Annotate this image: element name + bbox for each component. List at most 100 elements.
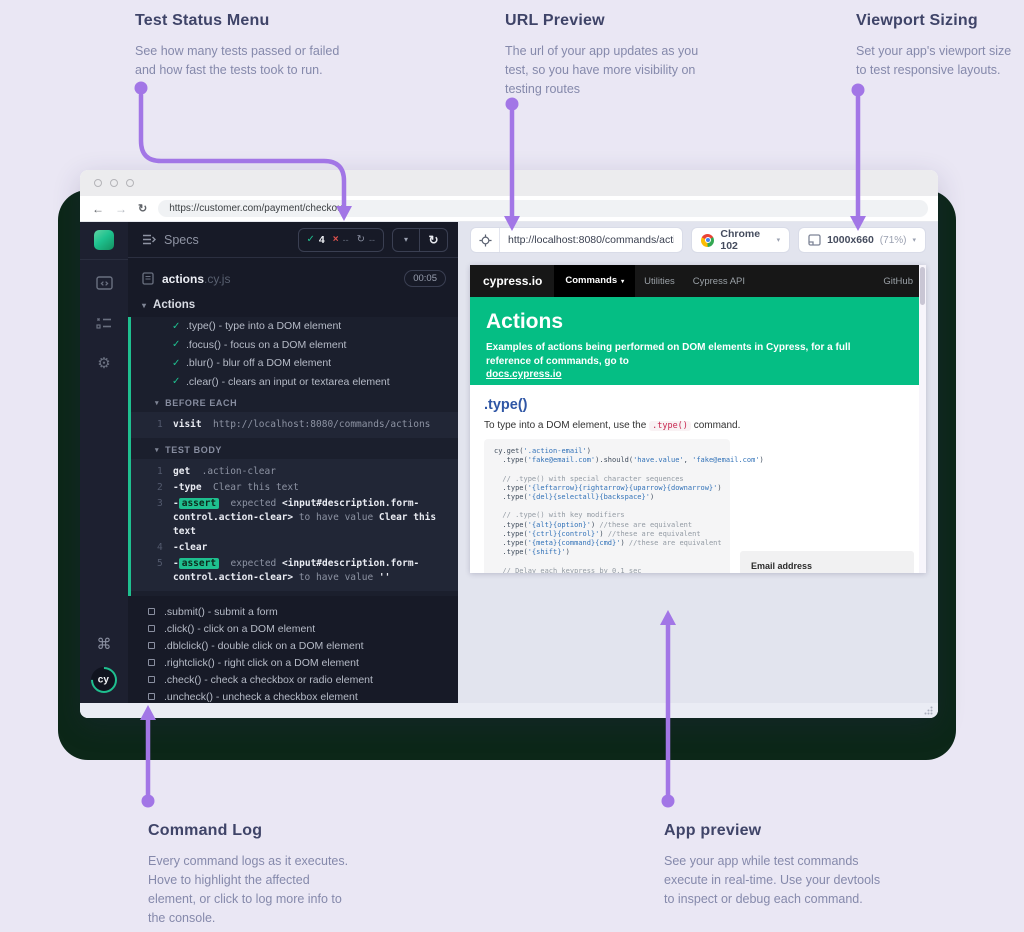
reload-icon[interactable]: ↻ <box>138 202 147 215</box>
cypress-logo-icon[interactable] <box>94 230 114 250</box>
test-results-icon[interactable] <box>96 314 112 332</box>
nav-item-commands[interactable]: Commands▾ <box>554 265 635 297</box>
url-preview-group <box>470 227 683 253</box>
command-text: visit http://localhost:8080/commands/act… <box>173 418 450 432</box>
test-row-passed[interactable]: ✓.blur() - blur off a DOM element <box>131 354 458 373</box>
forward-icon[interactable]: → <box>115 202 127 216</box>
resize-grip-icon[interactable] <box>924 706 933 715</box>
test-row-passed[interactable]: ✓.focus() - focus on a DOM element <box>131 336 458 355</box>
test-status-menu[interactable]: ✓ 4 × -- ↻ -- <box>298 228 384 252</box>
check-icon: ✓ <box>172 358 186 369</box>
annotation-desc: See how many tests passed or failed and … <box>135 42 339 80</box>
email-form-card: Email address Disabled Textarea <box>740 551 914 573</box>
test-title: .blur() - blur off a DOM element <box>186 357 331 369</box>
chevron-down-icon: ▾ <box>621 279 624 285</box>
url-preview-input[interactable] <box>500 234 682 246</box>
nav-item-cypress-api[interactable]: Cypress API <box>684 276 754 287</box>
chevron-down-icon: ▾ <box>142 301 146 310</box>
command-log-panel: Specs ✓ 4 × -- ↻ -- ▾ ↻ <box>128 222 458 703</box>
test-body-header[interactable]: ▾ TEST BODY <box>131 438 458 459</box>
selector-playground-button[interactable] <box>471 228 500 252</box>
nav-item-utilities[interactable]: Utilities <box>635 276 684 287</box>
pending-box-icon <box>148 659 155 666</box>
refresh-icon: ↻ <box>428 233 438 247</box>
crosshair-icon <box>479 234 492 247</box>
check-icon: ✓ <box>172 376 186 387</box>
annotation-title: App preview <box>664 822 880 840</box>
viewport-icon <box>808 234 821 246</box>
iframe-scrollbar[interactable] <box>919 265 926 573</box>
address-bar[interactable]: https://customer.com/payment/checkout <box>158 200 928 217</box>
settings-gear-icon[interactable]: ⚙ <box>97 354 110 372</box>
command-text: -type Clear this text <box>173 481 450 495</box>
cypress-badge-icon[interactable]: cy <box>86 662 123 699</box>
browser-select-value: Chrome 102 <box>720 228 770 252</box>
test-row-pending[interactable]: .dblclick() - double click on a DOM elem… <box>128 637 458 654</box>
active-test-block: ✓.type() - type into a DOM element✓.focu… <box>128 317 458 596</box>
code-line: // .type() with key modifiers <box>494 511 720 520</box>
failed-icon: × <box>333 234 339 245</box>
test-title: .type() - type into a DOM element <box>186 320 341 332</box>
command-row[interactable]: 4-clear <box>157 541 450 555</box>
test-row-pending[interactable]: .check() - check a checkbox or radio ele… <box>128 671 458 688</box>
window-zoom-button[interactable] <box>126 179 134 187</box>
test-row-pending[interactable]: .uncheck() - uncheck a checkbox element <box>128 688 458 703</box>
test-row-pending[interactable]: .rightclick() - right click on a DOM ele… <box>128 654 458 671</box>
viewport-zoom: (71%) <box>880 235 907 246</box>
test-row-passed[interactable]: ✓.type() - type into a DOM element <box>131 317 458 336</box>
code-block: cy.get('.action-email') .type('fake@emai… <box>484 439 730 573</box>
pending-icon: ↻ <box>357 234 365 245</box>
test-title: .uncheck() - uncheck a checkbox element <box>164 691 358 703</box>
command-number: 2 <box>157 481 173 495</box>
keyboard-shortcuts-icon[interactable]: ⌘ <box>97 635 112 653</box>
test-row-passed[interactable]: ✓.clear() - clears an input or textarea … <box>131 373 458 392</box>
command-row[interactable]: 1visit http://localhost:8080/commands/ac… <box>157 418 450 432</box>
command-row[interactable]: 2-type Clear this text <box>157 481 450 495</box>
before-each-header[interactable]: ▾ BEFORE EACH <box>131 391 458 412</box>
specs-label[interactable]: Specs <box>164 233 199 247</box>
test-row-pending[interactable]: .submit() - submit a form <box>128 603 458 620</box>
code-line <box>494 465 720 474</box>
annotation-desc: The url of your app updates as you test,… <box>505 42 698 99</box>
browser-select[interactable]: Chrome 102 ▾ <box>691 227 790 253</box>
test-row-pending[interactable]: .click() - click on a DOM element <box>128 620 458 637</box>
test-body-commands: 1get .action-clear 2-type Clear this text… <box>131 459 458 591</box>
passed-count: 4 <box>319 234 325 246</box>
app-hero-title: Actions <box>486 310 910 334</box>
command-row[interactable]: 5-assert expected <input#description.for… <box>157 557 450 585</box>
specs-menu-icon[interactable] <box>142 234 156 245</box>
code-line: .type('fake@email.com').should('have.val… <box>494 456 720 465</box>
code-line <box>494 557 720 566</box>
chevron-down-icon: ▾ <box>155 446 159 454</box>
annotation-title: Viewport Sizing <box>856 12 1011 30</box>
docs-link[interactable]: docs.cypress.io <box>486 369 562 380</box>
code-line: .type('{meta}{command}{cmd}') //these ar… <box>494 539 720 548</box>
collapse-button[interactable]: ▾ <box>393 229 420 251</box>
runner-sidebar: ⚙ ⌘ cy <box>80 222 128 703</box>
viewport-select[interactable]: 1000x660 (71%) ▾ <box>798 227 926 253</box>
spec-file-icon <box>142 272 154 285</box>
check-icon: ✓ <box>172 339 186 350</box>
window-close-button[interactable] <box>94 179 102 187</box>
test-title: .check() - check a checkbox or radio ele… <box>164 674 373 686</box>
spec-duration-badge: 00:05 <box>404 270 446 287</box>
rerun-button[interactable]: ↻ <box>420 229 447 251</box>
code-line: cy.get('.action-email') <box>494 447 720 456</box>
code-line: .type('{leftarrow}{rightarrow}{uparrow}{… <box>494 484 720 493</box>
command-row[interactable]: 3-assert expected <input#description.for… <box>157 497 450 539</box>
suite-actions[interactable]: ▾ Actions <box>128 295 458 317</box>
annotation-command-log: Command Log Every command logs as it exe… <box>148 822 348 928</box>
app-brand[interactable]: cypress.io <box>470 274 554 288</box>
browser-preview-icon[interactable] <box>96 274 113 292</box>
command-row[interactable]: 1get .action-clear <box>157 465 450 479</box>
annotation-test-status-menu: Test Status Menu See how many tests pass… <box>135 12 339 80</box>
scrollbar-thumb[interactable] <box>920 267 925 305</box>
test-title: .rightclick() - right click on a DOM ele… <box>164 657 359 669</box>
stage: Test Status Menu See how many tests pass… <box>0 0 1024 932</box>
spec-file-ext: .cy.js <box>204 272 230 286</box>
command-text: -assert expected <input#description.form… <box>173 497 450 539</box>
app-hero-banner: Actions Examples of actions being perfor… <box>470 297 926 385</box>
back-icon[interactable]: ← <box>92 202 104 216</box>
window-minimize-button[interactable] <box>110 179 118 187</box>
runner-main: ⚙ ⌘ cy Specs ✓ 4 × -- ↻ -- <box>80 222 938 703</box>
